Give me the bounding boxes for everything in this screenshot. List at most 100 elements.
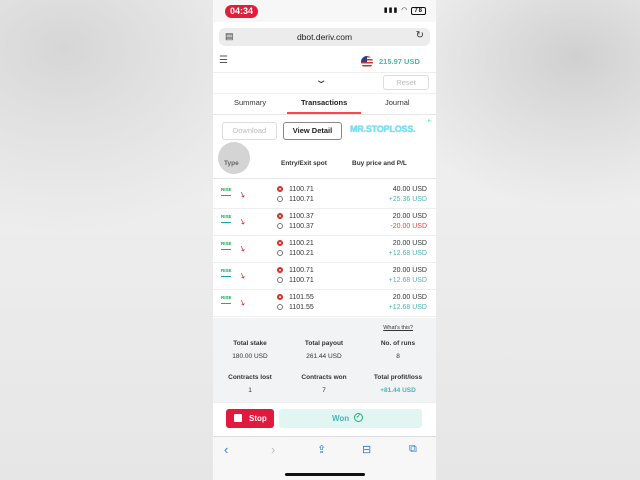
usd-flag-icon: [361, 56, 373, 68]
exit-value: 1100.71: [289, 277, 314, 284]
app-header: ☰ 215.97 USD: [213, 52, 436, 73]
tab-journal[interactable]: Journal: [385, 98, 410, 107]
signal-icon: ▮▮▮: [383, 7, 399, 14]
bot-control-bar: Stop Won ✓: [213, 402, 436, 437]
run-panel-toolbar: ⌄ Reset: [213, 73, 436, 94]
contract-type-icon: RISE: [221, 187, 232, 197]
total-payout: Total payout 261.44 USD: [287, 340, 361, 360]
exit-dot-icon: [277, 223, 283, 230]
exit-value: 1101.55: [289, 304, 314, 311]
ad-banner[interactable]: ▸ MR.STOPLOSS.: [344, 115, 436, 143]
entry-dot-icon: [277, 240, 283, 247]
contract-type-icon: RISE: [221, 295, 232, 305]
contracts-won-value: 7: [322, 387, 326, 394]
tabs-icon[interactable]: ⧉: [409, 443, 417, 456]
total-stake-label: Total stake: [233, 340, 267, 347]
contracts-won-label: Contracts won: [301, 374, 347, 381]
bookmarks-icon[interactable]: ⊟: [362, 443, 371, 456]
table-row[interactable]: RISE ↘ 1100.71 1100.71 20.00 USD +12.68 USD: [213, 262, 436, 290]
ad-info-icon[interactable]: ▸: [428, 117, 431, 124]
share-icon[interactable]: ⇪: [317, 443, 326, 456]
entry-spot: 1100.37: [277, 213, 314, 220]
exit-spot: 1100.71: [277, 277, 314, 284]
exit-value: 1100.71: [289, 196, 314, 203]
exit-spot: 1101.55: [277, 304, 314, 311]
contract-type-icon: RISE: [221, 214, 232, 224]
contract-type-icon: RISE: [221, 268, 232, 278]
buy-price: 20.00 USD: [392, 267, 427, 274]
total-profit-label: Total profit/loss: [373, 374, 423, 381]
profit-loss: +12.68 USD: [388, 250, 427, 257]
url-text[interactable]: dbot.deriv.com: [219, 32, 430, 42]
back-icon[interactable]: ‹: [224, 442, 228, 457]
summary-panel: What's this? Total stake 180.00 USD Tota…: [213, 318, 436, 402]
entry-spot: 1101.55: [277, 294, 314, 301]
table-row[interactable]: RISE ↘ 1100.71 1100.71 40.00 USD +25.36 USD: [213, 181, 436, 209]
profit-loss: +12.68 USD: [388, 277, 427, 284]
exit-value: 1100.21: [289, 250, 314, 257]
check-circle-icon: ✓: [354, 413, 363, 422]
table-row[interactable]: RISE ↘ 1100.21 1100.21 20.00 USD +12.68 USD: [213, 235, 436, 263]
reload-icon[interactable]: ↻: [416, 30, 424, 41]
active-tab-indicator: [287, 112, 361, 114]
chevron-down-icon[interactable]: ⌄: [314, 75, 327, 86]
total-stake: Total stake 180.00 USD: [213, 340, 287, 360]
tab-transactions[interactable]: Transactions: [301, 98, 347, 107]
trend-down-icon: ↘: [237, 270, 248, 281]
wifi-icon: ◠: [401, 7, 409, 14]
trend-down-icon: ↘: [237, 243, 248, 254]
battery-icon: 78: [411, 7, 426, 15]
total-profit: Total profit/loss +81.44 USD: [361, 374, 435, 394]
bot-status: Won ✓: [279, 409, 422, 428]
exit-spot: 1100.37: [277, 223, 314, 230]
entry-dot-icon: [277, 186, 283, 193]
forward-icon[interactable]: ›: [271, 442, 275, 457]
hamburger-menu-icon[interactable]: ☰: [219, 55, 228, 66]
trend-down-icon: ↘: [237, 189, 248, 200]
entry-value: 1100.21: [289, 240, 314, 247]
exit-dot-icon: [277, 250, 283, 257]
status-icons: ▮▮▮ ◠ 78: [384, 6, 426, 15]
phone-screen: 04:34 ▮▮▮ ◠ 78 ▤ dbot.deriv.com ↻ ☰ 215.…: [213, 0, 436, 480]
table-row[interactable]: RISE ↘ 1100.37 1100.37 20.00 USD -20.00 USD: [213, 208, 436, 236]
trend-down-icon: ↘: [237, 216, 248, 227]
column-spot: Entry/Exit spot: [281, 160, 327, 167]
total-profit-value: +81.44 USD: [380, 387, 416, 394]
entry-value: 1100.37: [289, 213, 314, 220]
entry-value: 1100.71: [289, 186, 314, 193]
home-indicator: [285, 473, 365, 476]
entry-dot-icon: [277, 267, 283, 274]
url-bar[interactable]: ▤ dbot.deriv.com ↻: [219, 28, 430, 46]
reset-button[interactable]: Reset: [383, 75, 429, 90]
contract-type-icon: RISE: [221, 241, 232, 251]
runs-value: 8: [396, 353, 400, 360]
view-detail-button[interactable]: View Detail: [283, 122, 342, 140]
contracts-lost: Contracts lost 1: [213, 374, 287, 394]
browser-toolbar: ‹ › ⇪ ⊟ ⧉: [213, 436, 436, 480]
runs-label: No. of runs: [380, 340, 416, 347]
profit-loss: -20.00 USD: [390, 223, 427, 230]
entry-dot-icon: [277, 294, 283, 301]
table-row[interactable]: RISE ↘ 1101.55 1101.55 20.00 USD +12.68 USD: [213, 289, 436, 317]
contracts-lost-label: Contracts lost: [228, 374, 272, 381]
exit-dot-icon: [277, 277, 283, 284]
account-balance[interactable]: 215.97 USD: [379, 57, 420, 66]
stop-button[interactable]: Stop: [226, 409, 274, 428]
whats-this-link[interactable]: What's this?: [383, 325, 413, 331]
entry-spot: 1100.71: [277, 186, 314, 193]
profit-loss: +12.68 USD: [388, 304, 427, 311]
download-button[interactable]: Download: [222, 122, 277, 140]
exit-value: 1100.37: [289, 223, 314, 230]
status-bar: 04:34 ▮▮▮ ◠ 78: [213, 0, 436, 22]
total-stake-value: 180.00 USD: [232, 353, 268, 360]
buy-price: 40.00 USD: [392, 186, 427, 193]
exit-spot: 1100.21: [277, 250, 314, 257]
buy-price: 20.00 USD: [392, 213, 427, 220]
tab-summary[interactable]: Summary: [234, 98, 266, 107]
status-time: 04:34: [225, 5, 258, 18]
entry-spot: 1100.21: [277, 240, 314, 247]
bot-status-label: Won: [332, 414, 350, 423]
buy-price: 20.00 USD: [392, 240, 427, 247]
entry-value: 1101.55: [289, 294, 314, 301]
trend-down-icon: ↘: [237, 297, 248, 308]
